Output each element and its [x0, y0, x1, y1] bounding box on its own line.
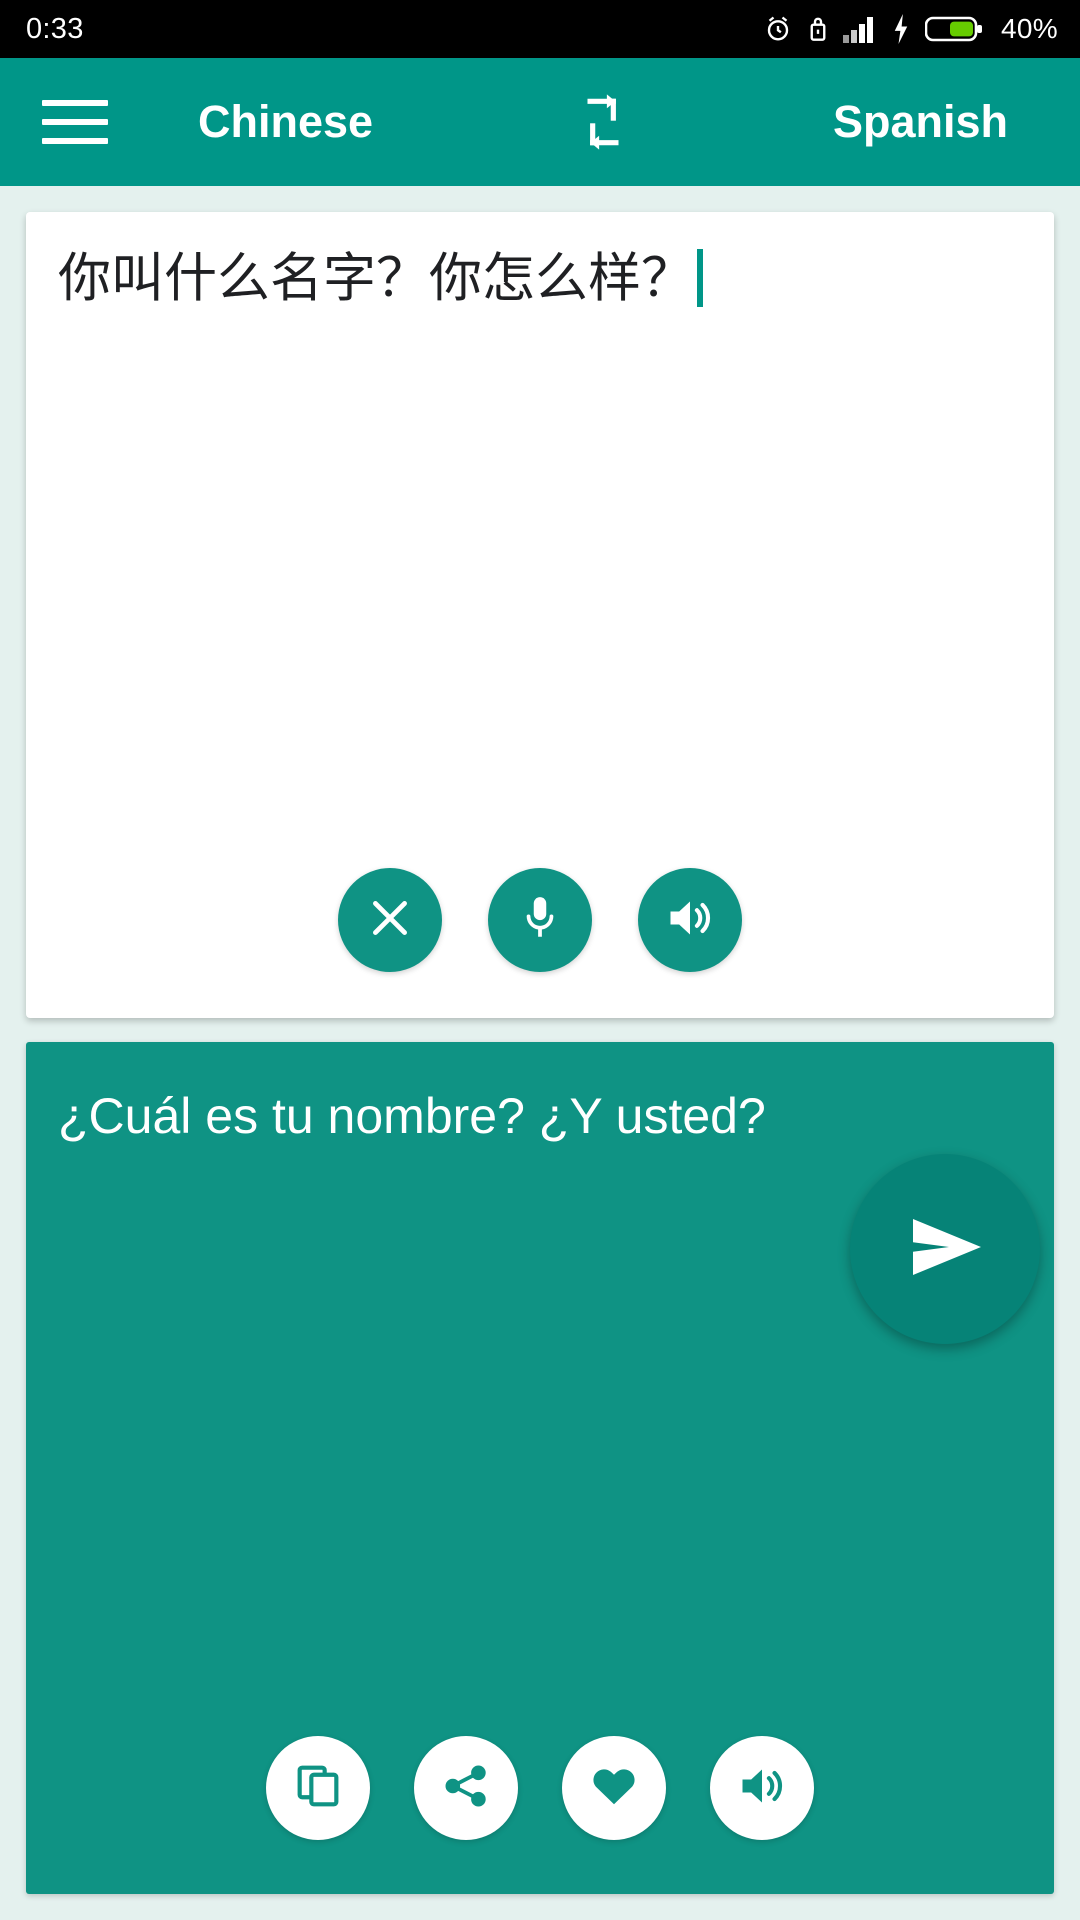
send-icon	[897, 1199, 993, 1300]
share-icon	[442, 1762, 490, 1815]
signal-icon	[843, 15, 877, 43]
translation-content: 你叫什么名字？你怎么样？ ¿Cuál es tu nombre? ¿Y uste…	[0, 186, 1080, 1920]
translator-app-screen: 0:33 40% Chinese Spanish 你叫什么名字？你怎么样？ ¿C…	[0, 0, 1080, 1920]
source-language-selector[interactable]: Chinese	[198, 96, 373, 148]
copy-icon	[293, 1761, 343, 1816]
favorite-button[interactable]	[562, 1736, 666, 1840]
status-bar-icons: 40%	[763, 13, 1058, 45]
voice-input-button[interactable]	[488, 868, 592, 972]
alarm-icon	[763, 14, 793, 44]
heart-icon	[588, 1760, 640, 1817]
speak-translation-button[interactable]	[710, 1736, 814, 1840]
share-button[interactable]	[414, 1736, 518, 1840]
charging-bolt-icon	[891, 14, 911, 44]
speaker-icon	[664, 892, 716, 949]
status-bar: 0:33 40%	[0, 0, 1080, 58]
swap-languages-icon[interactable]	[563, 82, 643, 162]
source-input-area[interactable]: 你叫什么名字？你怎么样？	[58, 246, 1022, 868]
battery-icon	[925, 14, 983, 44]
close-x-icon	[365, 893, 415, 948]
speaker-icon	[736, 1760, 788, 1817]
source-input-text[interactable]: 你叫什么名字？你怎么样？	[58, 248, 694, 309]
source-text-card[interactable]: 你叫什么名字？你怎么样？	[26, 212, 1054, 1018]
target-language-selector[interactable]: Spanish	[833, 96, 1008, 148]
send-translate-button[interactable]	[850, 1154, 1040, 1344]
lock-icon	[807, 14, 829, 44]
microphone-icon	[515, 893, 565, 948]
app-bar: Chinese Spanish	[0, 58, 1080, 186]
source-action-bar	[58, 868, 1022, 1018]
translation-action-bar	[58, 1736, 1022, 1894]
speak-source-button[interactable]	[638, 868, 742, 972]
copy-button[interactable]	[266, 1736, 370, 1840]
clear-button[interactable]	[338, 868, 442, 972]
hamburger-menu-icon[interactable]	[42, 92, 108, 152]
battery-percentage: 40%	[1001, 13, 1058, 44]
status-clock: 0:33	[26, 12, 84, 45]
text-cursor	[697, 249, 703, 307]
